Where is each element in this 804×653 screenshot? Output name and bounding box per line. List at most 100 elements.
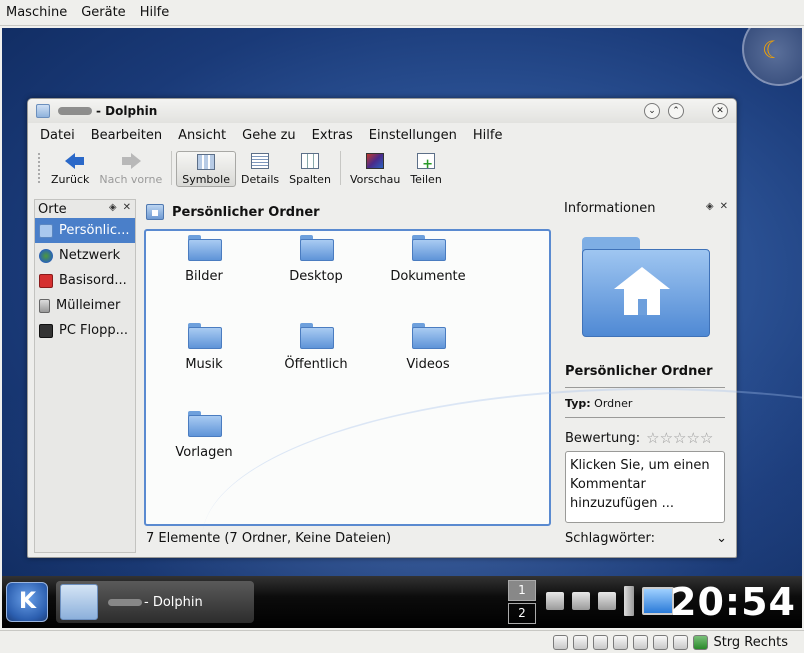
desktop-pager: 1 2: [508, 580, 536, 624]
place-floppy[interactable]: PC Flopp...: [35, 318, 135, 343]
close-button[interactable]: ✕: [712, 103, 728, 119]
menu-datei[interactable]: Datei: [40, 128, 75, 143]
folder-icon: [188, 323, 222, 349]
menu-bearbeiten[interactable]: Bearbeiten: [91, 128, 162, 143]
breadcrumb-label: Persönlicher Ordner: [172, 204, 320, 220]
keyboard-tray-icon[interactable]: [546, 592, 564, 610]
split-button[interactable]: Teilen: [405, 151, 446, 187]
usb-status-icon[interactable]: [633, 634, 649, 650]
vm-statusbar: Strg Rechts: [0, 630, 804, 653]
details-view-button[interactable]: Details: [236, 151, 284, 187]
usb-tray-icon[interactable]: [572, 592, 590, 610]
float-panel-icon[interactable]: ◈: [109, 202, 117, 213]
computer-tower-icon[interactable]: [624, 586, 634, 616]
tags-row[interactable]: Schlagwörter: ⌄: [565, 531, 727, 546]
folder-item[interactable]: Musik: [148, 323, 260, 372]
window-titlebar[interactable]: - Dolphin ⌄ ⌃ ✕: [28, 99, 736, 123]
network-globe-icon: [39, 248, 53, 263]
info-item-name: Persönlicher Ordner: [565, 364, 713, 379]
icons-view-button[interactable]: Symbole: [176, 151, 236, 187]
task-dolphin[interactable]: - Dolphin: [56, 581, 254, 623]
places-panel: Orte ◈ ✕ Persönlic... Netzwerk Basisord.…: [34, 199, 136, 553]
cd-icon[interactable]: [573, 634, 589, 650]
host-menubar: Maschine Geräte Hilfe: [0, 0, 804, 26]
toolbar-separator: [339, 151, 341, 185]
app-menubar: Datei Bearbeiten Ansicht Gehe zu Extras …: [28, 123, 736, 147]
status-text: 7 Elemente (7 Ordner, Keine Dateien): [146, 531, 392, 546]
folder-item[interactable]: Dokumente: [372, 235, 484, 284]
kde-logo-icon: K: [19, 589, 37, 614]
rating-row: Bewertung: ☆ ☆ ☆ ☆ ☆: [565, 429, 713, 447]
dolphin-window: - Dolphin ⌄ ⌃ ✕ Datei Bearbeiten Ansicht…: [27, 98, 737, 558]
mouse-integration-icon[interactable]: [673, 634, 689, 650]
folder-item[interactable]: Vorlagen: [148, 411, 260, 460]
folder-icon: [300, 235, 334, 261]
columns-view-button[interactable]: Spalten: [284, 151, 336, 187]
shared-folder-icon[interactable]: [653, 634, 669, 650]
icons-view-icon: [197, 153, 216, 170]
folder-icon: [188, 411, 222, 437]
host-menu-geraete[interactable]: Geräte: [81, 5, 125, 20]
hdd-icon[interactable]: [553, 634, 569, 650]
breadcrumb[interactable]: Persönlicher Ordner: [144, 199, 554, 225]
host-menu-maschine[interactable]: Maschine: [6, 5, 67, 20]
minimize-button[interactable]: ⌄: [644, 103, 660, 119]
menu-gehe-zu[interactable]: Gehe zu: [242, 128, 296, 143]
network-status-icon[interactable]: [613, 634, 629, 650]
back-arrow-icon: [65, 153, 85, 169]
preview-icon: [366, 153, 385, 169]
host-key-label: Strg Rechts: [713, 634, 788, 650]
close-panel-icon[interactable]: ✕: [720, 201, 728, 212]
home-icon: [146, 204, 164, 220]
floppy-icon: [39, 323, 53, 338]
host-menu-hilfe[interactable]: Hilfe: [140, 5, 170, 20]
place-network[interactable]: Netzwerk: [35, 243, 135, 268]
menu-ansicht[interactable]: Ansicht: [178, 128, 226, 143]
comment-field[interactable]: Klicken Sie, um einen Kommentar hinzuzuf…: [565, 451, 725, 523]
redacted-username: [58, 107, 92, 115]
clock[interactable]: 20:54: [670, 580, 796, 624]
preview-button[interactable]: Vorschau: [345, 151, 405, 187]
main-view-area: Persönlicher Ordner Bilder Desktop Dokum…: [144, 199, 554, 555]
toolbar-grip[interactable]: [38, 153, 42, 183]
star-icon: ☆: [699, 429, 713, 447]
clipboard-tray-icon[interactable]: [598, 592, 616, 610]
pager-desktop-1[interactable]: 1: [508, 580, 536, 601]
home-folder-icon: [39, 223, 53, 238]
back-button[interactable]: Zurück: [46, 151, 94, 187]
star-icon: ☆: [686, 429, 699, 447]
folder-item[interactable]: Öffentlich: [260, 323, 372, 372]
dolphin-app-icon[interactable]: [36, 104, 50, 118]
plasma-cashew[interactable]: ☾: [742, 28, 802, 86]
kde-menu-button[interactable]: K: [6, 582, 48, 622]
folder-item[interactable]: Videos: [372, 323, 484, 372]
divider: [565, 417, 725, 418]
forward-button[interactable]: Nach vorne: [94, 151, 167, 187]
pager-desktop-2[interactable]: 2: [508, 603, 536, 624]
place-home[interactable]: Persönlic...: [35, 218, 135, 243]
rating-stars[interactable]: ☆ ☆ ☆ ☆ ☆: [646, 429, 713, 447]
folder-icon: [412, 323, 446, 349]
menu-extras[interactable]: Extras: [312, 128, 353, 143]
floppy-status-icon[interactable]: [593, 634, 609, 650]
folder-item[interactable]: Desktop: [260, 235, 372, 284]
toolbar-separator: [171, 151, 173, 185]
file-view[interactable]: Bilder Desktop Dokumente Musik Öffentlic…: [144, 229, 551, 526]
folder-icon: [412, 235, 446, 261]
desktop: ☾ - Dolphin ⌄ ⌃ ✕ Datei Bearbeiten Ansic…: [2, 28, 802, 576]
close-panel-icon[interactable]: ✕: [123, 202, 131, 213]
folder-icon: [300, 323, 334, 349]
chevron-down-icon[interactable]: ⌄: [716, 531, 727, 546]
keyboard-capture-icon[interactable]: [693, 634, 709, 650]
float-panel-icon[interactable]: ◈: [706, 201, 714, 212]
information-panel: Informationen ◈ ✕ Persönlicher Ordner Ty…: [560, 199, 732, 553]
menu-einstellungen[interactable]: Einstellungen: [369, 128, 457, 143]
place-root[interactable]: Basisord...: [35, 268, 135, 293]
star-icon: ☆: [646, 429, 659, 447]
maximize-button[interactable]: ⌃: [668, 103, 684, 119]
place-trash[interactable]: Mülleimer: [35, 293, 135, 318]
folder-item[interactable]: Bilder: [148, 235, 260, 284]
menu-hilfe[interactable]: Hilfe: [473, 128, 503, 143]
system-tray: [546, 586, 674, 616]
taskbar: K - Dolphin 1 2 20:54: [2, 576, 802, 628]
